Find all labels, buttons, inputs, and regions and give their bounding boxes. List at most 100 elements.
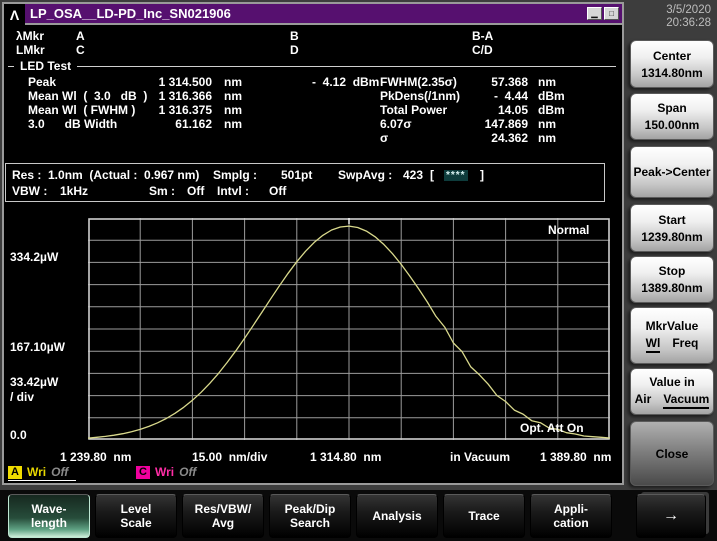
- sm-label: Sm :: [149, 184, 175, 198]
- trace-status-row: A Wri Off C Wri Off: [8, 465, 622, 481]
- total-power-label: Total Power: [380, 103, 474, 117]
- fwhm-unit: nm: [538, 75, 556, 89]
- start-button-value: 1239.80nm: [641, 230, 702, 244]
- y-axis-per-div-label: 33.42µW: [10, 375, 58, 389]
- menu-peak-dip-search-button[interactable]: Peak/Dip Search: [269, 494, 351, 538]
- six-sigma-unit: nm: [538, 117, 556, 131]
- vbw-label: VBW :: [12, 184, 47, 198]
- trace-a-state: Off: [51, 465, 68, 479]
- sigma-label: σ: [380, 131, 474, 145]
- menu-application-line2: cation: [553, 516, 588, 530]
- sigma-value: 24.362: [474, 131, 528, 145]
- res-setting: Res : 1.0nm (Actual : 0.967 nm): [12, 168, 199, 182]
- minimize-button[interactable]: ▁: [587, 7, 602, 20]
- y-axis-mid-label: 167.10µW: [10, 340, 65, 354]
- x-center-label: 1 314.80 nm: [310, 450, 381, 464]
- center-button-label: Center: [653, 49, 691, 63]
- x-medium-label: in Vacuum: [450, 450, 510, 464]
- total-power-value: 14.05: [474, 103, 528, 117]
- app-icon: Λ: [4, 4, 25, 25]
- stop-button[interactable]: Stop 1389.80nm: [630, 256, 714, 303]
- trace-c-badge: C: [136, 466, 150, 479]
- menu-level-scale-line2: Scale: [120, 516, 151, 530]
- fwhm-value: 57.368: [474, 75, 528, 89]
- mkr-value-title: MkrValue: [646, 319, 699, 333]
- marker-cd-label: C/D: [472, 43, 493, 57]
- led-test-divider: LED Test: [8, 66, 616, 67]
- trace-a-status[interactable]: A Wri Off: [8, 465, 76, 481]
- swpavg-bracket-open: [: [430, 168, 434, 182]
- span-button-label: Span: [657, 101, 686, 115]
- x-per-div-label: 15.00 nm/div: [192, 450, 267, 464]
- span-button-value: 150.00nm: [645, 118, 700, 132]
- mkr-value-button[interactable]: MkrValue Wl Freq: [630, 307, 714, 364]
- menu-next-page-button[interactable]: →: [636, 494, 706, 538]
- x-start-label: 1 239.80 nm: [60, 450, 131, 464]
- marker-a-label: A: [76, 29, 85, 43]
- swpavg-bracket-close: ]: [480, 168, 484, 182]
- maximize-button[interactable]: □: [604, 7, 619, 20]
- window-titlebar[interactable]: Λ LP_OSA__LD-PD_Inc_SN021906 ▁ □: [4, 4, 622, 25]
- l-mkr-label: LMkr: [16, 43, 45, 57]
- menu-application-button[interactable]: Appli- cation: [530, 494, 612, 538]
- marker-c-label: C: [76, 43, 85, 57]
- peak-to-center-button[interactable]: Peak->Center: [630, 146, 714, 198]
- fwhm-label: FWHM(2.35σ): [380, 75, 474, 89]
- stop-button-value: 1389.80nm: [641, 281, 702, 295]
- stop-button-label: Stop: [659, 264, 686, 278]
- trace-c-status[interactable]: C Wri Off: [136, 465, 196, 479]
- led-row-peak: Peak 1 314.500 nm: [28, 75, 242, 89]
- led-test-left-column: Peak 1 314.500 nm Mean Wl ( 3.0 dB ) 1 3…: [28, 75, 242, 131]
- db-width-value: 61.162: [146, 117, 212, 131]
- led-row-6sigma: 6.07σ 147.869 nm: [380, 117, 565, 131]
- vbw-value: 1kHz: [60, 184, 88, 198]
- spectrum-trace-svg: [88, 218, 610, 440]
- led-row-sigma: σ 24.362 nm: [380, 131, 565, 145]
- mean-3db-value: 1 316.366: [146, 89, 212, 103]
- marker-d-label: D: [290, 43, 299, 57]
- pkdens-unit: dBm: [538, 89, 565, 103]
- menu-application-line1: Appli-: [554, 502, 588, 516]
- swpavg-label: SwpAvg :: [338, 168, 392, 182]
- value-in-button[interactable]: Value in Air Vacuum: [630, 368, 714, 415]
- menu-level-scale-line1: Level: [121, 502, 152, 516]
- menu-level-scale-button[interactable]: Level Scale: [95, 494, 177, 538]
- smplg-value: 501pt: [281, 168, 312, 182]
- y-axis-top-label: 334.2µW: [10, 250, 58, 264]
- led-row-db-width: 3.0 dB Width 61.162 nm: [28, 117, 242, 131]
- start-button[interactable]: Start 1239.80nm: [630, 204, 714, 252]
- titlebar-background: LP_OSA__LD-PD_Inc_SN021906 ▁ □: [25, 4, 622, 23]
- led-row-total-power: Total Power 14.05 dBm: [380, 103, 565, 117]
- menu-res-vbw-avg-line2: Avg: [212, 516, 234, 530]
- menu-analysis-button[interactable]: Analysis: [356, 494, 438, 538]
- trace-c-state: Off: [179, 465, 196, 479]
- menu-peak-dip-search-line2: Search: [290, 516, 330, 530]
- peak-level-dbm: - 4.12 dBm: [312, 75, 379, 89]
- next-page-arrow-icon: →: [663, 509, 679, 523]
- six-sigma-value: 147.869: [474, 117, 528, 131]
- osa-screen: { "colors": { "title_bar": "#56106f", "t…: [0, 0, 717, 541]
- marker-header: λMkr A B B-A LMkr C D C/D: [4, 29, 622, 59]
- sweep-settings-box: Res : 1.0nm (Actual : 0.967 nm) Smplg : …: [5, 163, 605, 202]
- optical-attenuator-label: Opt. Att On: [520, 421, 584, 435]
- menu-res-vbw-avg-button[interactable]: Res/VBW/ Avg: [182, 494, 264, 538]
- sm-value: Off: [187, 184, 204, 198]
- y-axis-per-div-unit: / div: [10, 390, 34, 404]
- peak-label: Peak: [28, 75, 146, 89]
- db-width-unit: nm: [224, 117, 242, 131]
- close-button-label: Close: [656, 447, 689, 461]
- db-width-label: 3.0 dB Width: [28, 117, 146, 131]
- center-button-value: 1314.80nm: [641, 66, 702, 80]
- menu-wavelength-button[interactable]: Wave- length: [8, 494, 90, 538]
- center-button[interactable]: Center 1314.80nm: [630, 40, 714, 88]
- close-button[interactable]: Close: [630, 421, 714, 486]
- menu-trace-button[interactable]: Trace: [443, 494, 525, 538]
- date-label: 3/5/2020: [666, 4, 711, 17]
- led-row-fwhm: FWHM(2.35σ) 57.368 nm: [380, 75, 565, 89]
- led-row-mean-fwhm: Mean Wl ( FWHM ) 1 316.375 nm: [28, 103, 242, 117]
- led-test-right-column: FWHM(2.35σ) 57.368 nm PkDens(/1nm) - 4.4…: [380, 75, 565, 145]
- total-power-unit: dBm: [538, 103, 565, 117]
- peak-unit: nm: [224, 75, 242, 89]
- span-button[interactable]: Span 150.00nm: [630, 93, 714, 140]
- trace-a-badge: A: [8, 466, 22, 479]
